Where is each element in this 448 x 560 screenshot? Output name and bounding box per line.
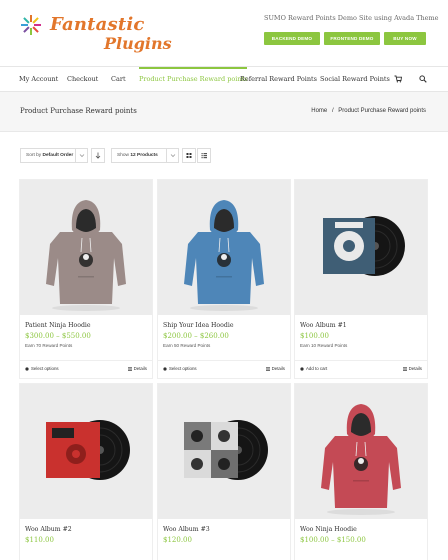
product-name[interactable]: Woo Ninja Hoodie xyxy=(300,526,357,533)
page-title: Product Purchase Reward points xyxy=(20,107,137,115)
site-tagline: SUMO Reward Points Demo Site using Avada… xyxy=(264,14,439,22)
options-icon xyxy=(163,366,167,371)
details-label: Details xyxy=(133,366,147,371)
select-options-button[interactable]: Select options xyxy=(163,366,197,371)
grid-icon xyxy=(186,153,192,158)
list-icon xyxy=(127,366,132,371)
cart-icon[interactable] xyxy=(394,75,402,83)
product-name[interactable]: Patient Ninja Hoodie xyxy=(25,322,91,329)
page-title-bar: Product Purchase Reward points Home / Pr… xyxy=(0,92,448,132)
product-card[interactable]: Woo Album #1 $100.00 Earn 10 Reward Point… xyxy=(294,179,428,379)
show-value: 12 Products xyxy=(130,153,158,158)
product-image[interactable] xyxy=(295,180,427,315)
product-name[interactable]: Woo Album #2 xyxy=(25,526,72,533)
chevron-down-icon xyxy=(166,149,178,162)
add-to-cart-button[interactable]: Add to cart xyxy=(300,366,327,371)
product-actions: Select options Details xyxy=(20,360,152,376)
logo-text-line1: Fantastic xyxy=(50,14,145,35)
logo-text-line2: Plugins xyxy=(104,34,172,53)
product-name[interactable]: Woo Album #1 xyxy=(300,322,347,329)
product-image-hoodie xyxy=(158,180,290,315)
product-reward-points: Earn 10 Reward Points xyxy=(300,343,348,348)
catalog-toolbar: Sort by Default Order Show 12 Products xyxy=(0,148,448,164)
product-image[interactable] xyxy=(20,384,152,519)
nav-item-product-purchase-reward-points[interactable]: Product Purchase Reward points xyxy=(139,67,248,92)
product-image-album xyxy=(295,180,427,315)
product-card[interactable]: Woo Ninja Hoodie $100.00 – $150.00 xyxy=(294,383,428,560)
search-icon[interactable] xyxy=(419,75,427,83)
sort-direction-button[interactable] xyxy=(91,148,105,163)
product-card[interactable]: Woo Album #2 $110.00 xyxy=(19,383,153,560)
product-image[interactable] xyxy=(295,384,427,519)
product-actions: Add to cart Details xyxy=(295,360,427,376)
list-icon xyxy=(201,153,207,159)
product-price: $200.00 – $260.00 xyxy=(163,332,229,340)
product-price: $110.00 xyxy=(25,536,54,544)
nav-item-social-reward-points[interactable]: Social Reward Points xyxy=(320,67,390,92)
product-action-label: Select options xyxy=(31,366,59,371)
product-image[interactable] xyxy=(158,384,290,519)
chevron-down-icon xyxy=(75,149,87,162)
product-image-album xyxy=(158,384,290,519)
nav-item-cart[interactable]: Cart xyxy=(111,67,126,92)
product-actions: Select options Details xyxy=(158,360,290,376)
details-button[interactable]: Details xyxy=(402,366,422,371)
product-name[interactable]: Ship Your Idea Hoodie xyxy=(163,322,233,329)
buy-now-button[interactable]: BUY NOW xyxy=(384,32,426,45)
details-button[interactable]: Details xyxy=(265,366,285,371)
nav-item-checkout[interactable]: Checkout xyxy=(67,67,98,92)
product-image[interactable] xyxy=(158,180,290,315)
breadcrumb: Home / Product Purchase Reward points xyxy=(311,108,426,114)
show-count-select[interactable]: Show 12 Products xyxy=(111,148,179,163)
breadcrumb-home-link[interactable]: Home xyxy=(311,108,327,114)
sort-value: Default Order xyxy=(42,153,74,158)
breadcrumb-current: Product Purchase Reward points xyxy=(338,108,426,114)
logo-star-icon xyxy=(21,15,41,35)
list-icon xyxy=(265,366,270,371)
list-view-button[interactable] xyxy=(197,148,211,163)
product-card[interactable]: Ship Your Idea Hoodie $200.00 – $260.00 E… xyxy=(157,179,291,379)
product-reward-points: Earn 50 Reward Points xyxy=(163,343,211,348)
nav-item-referral-reward-points[interactable]: Referral Reward Points xyxy=(240,67,317,92)
nav-item-my-account[interactable]: My Account xyxy=(19,67,58,92)
show-prefix: Show xyxy=(117,153,129,158)
sort-prefix: Sort by xyxy=(26,153,42,158)
product-price: $100.00 – $150.00 xyxy=(300,536,366,544)
breadcrumb-separator: / xyxy=(331,108,334,114)
product-price: $120.00 xyxy=(163,536,192,544)
arrow-down-icon xyxy=(95,152,101,159)
product-card[interactable]: Woo Album #3 $120.00 xyxy=(157,383,291,560)
product-price: $300.00 – $550.00 xyxy=(25,332,91,340)
details-button[interactable]: Details xyxy=(127,366,147,371)
main-nav: My Account Checkout Cart Product Purchas… xyxy=(0,66,448,92)
options-icon xyxy=(25,366,29,371)
site-header: Fantastic Plugins SUMO Reward Points Dem… xyxy=(0,0,448,66)
site-logo[interactable]: Fantastic Plugins xyxy=(20,12,172,53)
details-label: Details xyxy=(271,366,285,371)
product-reward-points: Earn 70 Reward Points xyxy=(25,343,73,348)
product-image[interactable] xyxy=(20,180,152,315)
product-action-label: Add to cart xyxy=(306,366,328,371)
sort-select[interactable]: Sort by Default Order xyxy=(20,148,88,163)
backend-demo-button[interactable]: BACKEND DEMO xyxy=(264,32,320,45)
select-options-button[interactable]: Select options xyxy=(25,366,59,371)
cart-icon xyxy=(300,366,304,371)
details-label: Details xyxy=(408,366,422,371)
product-image-hoodie xyxy=(295,384,427,519)
list-icon xyxy=(402,366,407,371)
product-card[interactable]: Patient Ninja Hoodie $300.00 – $550.00 Ea… xyxy=(19,179,153,379)
product-price: $100.00 xyxy=(300,332,329,340)
grid-view-button[interactable] xyxy=(182,148,196,163)
product-name[interactable]: Woo Album #3 xyxy=(163,526,210,533)
product-image-album xyxy=(20,384,152,519)
product-action-label: Select options xyxy=(169,366,197,371)
frontend-demo-button[interactable]: FRONTEND DEMO xyxy=(324,32,380,45)
product-image-hoodie xyxy=(20,180,152,315)
